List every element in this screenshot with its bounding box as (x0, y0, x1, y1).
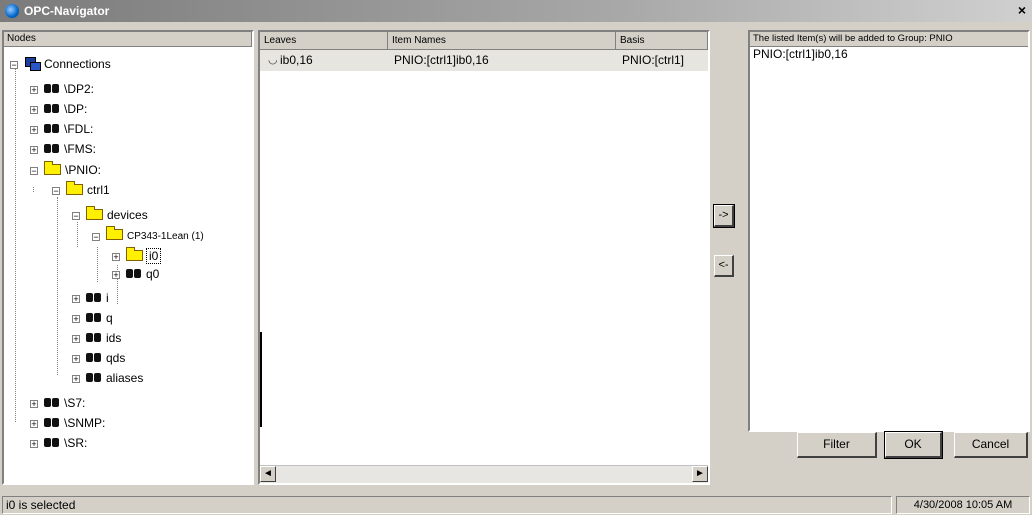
list-item[interactable]: PNIO:[ctrl1]ib0,16 (750, 47, 1028, 61)
basis-cell: PNIO:[ctrl1] (622, 53, 685, 67)
tree-node-label: i0 (145, 248, 162, 264)
tree-node-label: ids (106, 331, 122, 345)
collapse-toggle[interactable]: − (30, 167, 38, 176)
expand-toggle[interactable]: + (72, 295, 80, 304)
collapse-toggle[interactable]: − (52, 187, 60, 196)
tree-node-label: i (106, 291, 109, 305)
expand-toggle[interactable]: + (30, 440, 38, 449)
binoculars-icon (86, 351, 102, 363)
binoculars-icon (86, 371, 102, 383)
expand-toggle[interactable]: + (30, 86, 38, 95)
expand-toggle[interactable]: + (72, 355, 80, 364)
filter-button[interactable]: Filter (797, 432, 877, 458)
status-datetime: 4/30/2008 10:05 AM (896, 496, 1030, 514)
tree-node-label: \DP2: (64, 82, 95, 96)
items-list-panel[interactable]: Leaves Item Names Basis ◡ ib0,16 PNIO:[c… (258, 30, 710, 485)
tree-node-label: Connections (44, 57, 111, 71)
column-header-basis[interactable]: Basis (616, 32, 708, 50)
expand-toggle[interactable]: + (72, 375, 80, 384)
binoculars-icon (44, 142, 60, 154)
expand-toggle[interactable]: + (112, 271, 120, 280)
tree-node-label: CP343-1Lean (1) (127, 231, 204, 242)
folder-icon (66, 181, 83, 195)
window-title: OPC-Navigator (24, 4, 110, 18)
tree-node-label: \PNIO: (65, 163, 102, 177)
table-row[interactable]: ◡ ib0,16 PNIO:[ctrl1]ib0,16 PNIO:[ctrl1] (260, 50, 708, 71)
collapse-toggle[interactable]: − (10, 61, 18, 70)
tree-node-label: aliases (106, 371, 144, 385)
tree-node-label: \FDL: (64, 122, 94, 136)
collapse-toggle[interactable]: − (92, 233, 100, 242)
expand-toggle[interactable]: + (30, 106, 38, 115)
binoculars-icon (86, 291, 102, 303)
folder-icon (126, 247, 143, 261)
tree-node-label: q (106, 311, 113, 325)
nodes-tree-panel[interactable]: Nodes − Connections + \DP2: + \DP: + \FD… (2, 30, 254, 485)
column-header-item-names[interactable]: Item Names (388, 32, 616, 50)
tree-node-label: \SNMP: (64, 416, 106, 430)
expand-toggle[interactable]: + (72, 335, 80, 344)
collapse-toggle[interactable]: − (72, 212, 80, 221)
binoculars-icon (44, 396, 60, 408)
binoculars-icon (44, 102, 60, 114)
add-item-button[interactable]: -> (713, 204, 735, 228)
expand-toggle[interactable]: + (72, 315, 80, 324)
tree-node-label: \S7: (64, 396, 86, 410)
binoculars-icon (86, 311, 102, 323)
binoculars-icon (86, 331, 102, 343)
tree-node-label: q0 (146, 267, 160, 281)
tree-node-label: ctrl1 (87, 183, 110, 197)
scroll-left-button[interactable]: ◄ (260, 466, 276, 482)
tree-node-label: \FMS: (64, 142, 96, 156)
scroll-right-button[interactable]: ► (692, 466, 708, 482)
tree-node-label: devices (107, 208, 148, 222)
splitter-marker (260, 332, 262, 427)
binoculars-icon (44, 82, 60, 94)
close-button[interactable]: × (1014, 1, 1030, 19)
binoculars-icon (44, 122, 60, 134)
expand-toggle[interactable]: + (30, 400, 38, 409)
folder-icon (106, 226, 123, 240)
binoculars-icon (44, 416, 60, 428)
cancel-button[interactable]: Cancel (954, 432, 1028, 458)
item-name-cell: PNIO:[ctrl1]ib0,16 (394, 53, 489, 67)
opc-navigator-app-icon (5, 4, 19, 18)
remove-item-button[interactable]: <- (714, 255, 734, 277)
expand-toggle[interactable]: + (112, 253, 120, 262)
status-bar: i0 is selected 4/30/2008 10:05 AM (0, 494, 1032, 515)
expand-toggle[interactable]: + (30, 420, 38, 429)
selected-items-panel[interactable]: The listed Item(s) will be added to Grou… (748, 30, 1030, 432)
tree-node-label: \DP: (64, 102, 88, 116)
leaf-icon: ◡ (268, 54, 278, 66)
expand-toggle[interactable]: + (30, 126, 38, 135)
binoculars-icon (44, 436, 60, 448)
tree-node-label: \SR: (64, 436, 88, 450)
ok-button[interactable]: OK (884, 431, 943, 459)
nodes-header: Nodes (4, 32, 252, 47)
title-bar: OPC-Navigator × (0, 0, 1032, 22)
horizontal-scrollbar[interactable]: ◄ ► (260, 465, 708, 483)
tree-node-label: qds (106, 351, 126, 365)
status-message: i0 is selected (2, 496, 892, 514)
folder-icon (86, 206, 103, 220)
selected-items-header: The listed Item(s) will be added to Grou… (750, 32, 1028, 47)
connections-icon (24, 56, 41, 71)
column-header-leaves[interactable]: Leaves (260, 32, 388, 50)
binoculars-icon (126, 267, 142, 279)
expand-toggle[interactable]: + (30, 146, 38, 155)
leaf-cell: ib0,16 (280, 53, 313, 67)
folder-icon (44, 161, 61, 175)
